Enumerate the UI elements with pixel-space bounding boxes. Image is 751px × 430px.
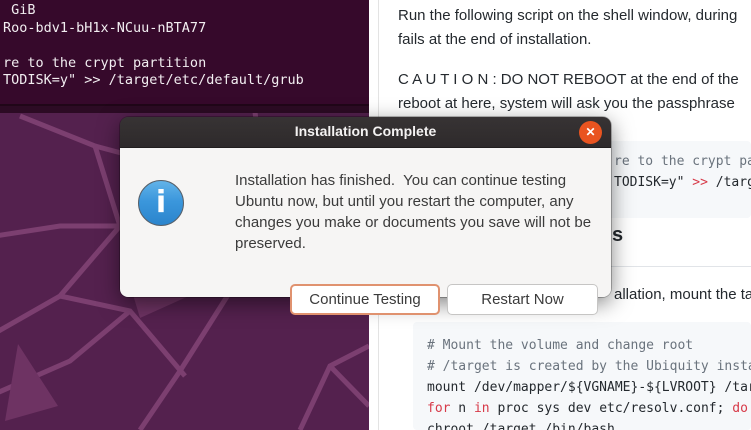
screen: GiBRoo-bdv1-bH1x-NCuu-nBTA77 re to the c…: [0, 0, 751, 430]
doc-paragraph-2: C A U T I O N : DO NOT REBOOT at the end…: [398, 68, 751, 116]
info-icon: i: [138, 180, 184, 226]
doc-paragraph-1: Run the following script on the shell wi…: [398, 4, 751, 52]
dialog-title: Installation Complete: [120, 123, 611, 139]
continue-testing-button[interactable]: Continue Testing: [290, 284, 440, 315]
terminal-output: GiBRoo-bdv1-bH1x-NCuu-nBTA77 re to the c…: [3, 2, 304, 90]
dialog-body: i Installation has finished. You can con…: [120, 148, 611, 297]
section-heading-fragment: s: [612, 224, 623, 247]
dialog-titlebar[interactable]: Installation Complete ✕: [120, 117, 611, 148]
terminal-shadow: [0, 106, 369, 113]
code-block-chroot: # Mount the volume and change root# /tar…: [413, 322, 751, 430]
close-icon: ✕: [585, 125, 595, 139]
installation-complete-dialog: Installation Complete ✕ i Installation h…: [120, 117, 611, 297]
close-button[interactable]: ✕: [579, 121, 602, 144]
restart-now-button[interactable]: Restart Now: [447, 284, 598, 315]
doc-paragraph-3: allation, mount the target: [614, 283, 751, 307]
terminal-window[interactable]: GiBRoo-bdv1-bH1x-NCuu-nBTA77 re to the c…: [0, 0, 369, 106]
dialog-message: Installation has finished. You can conti…: [235, 170, 591, 254]
